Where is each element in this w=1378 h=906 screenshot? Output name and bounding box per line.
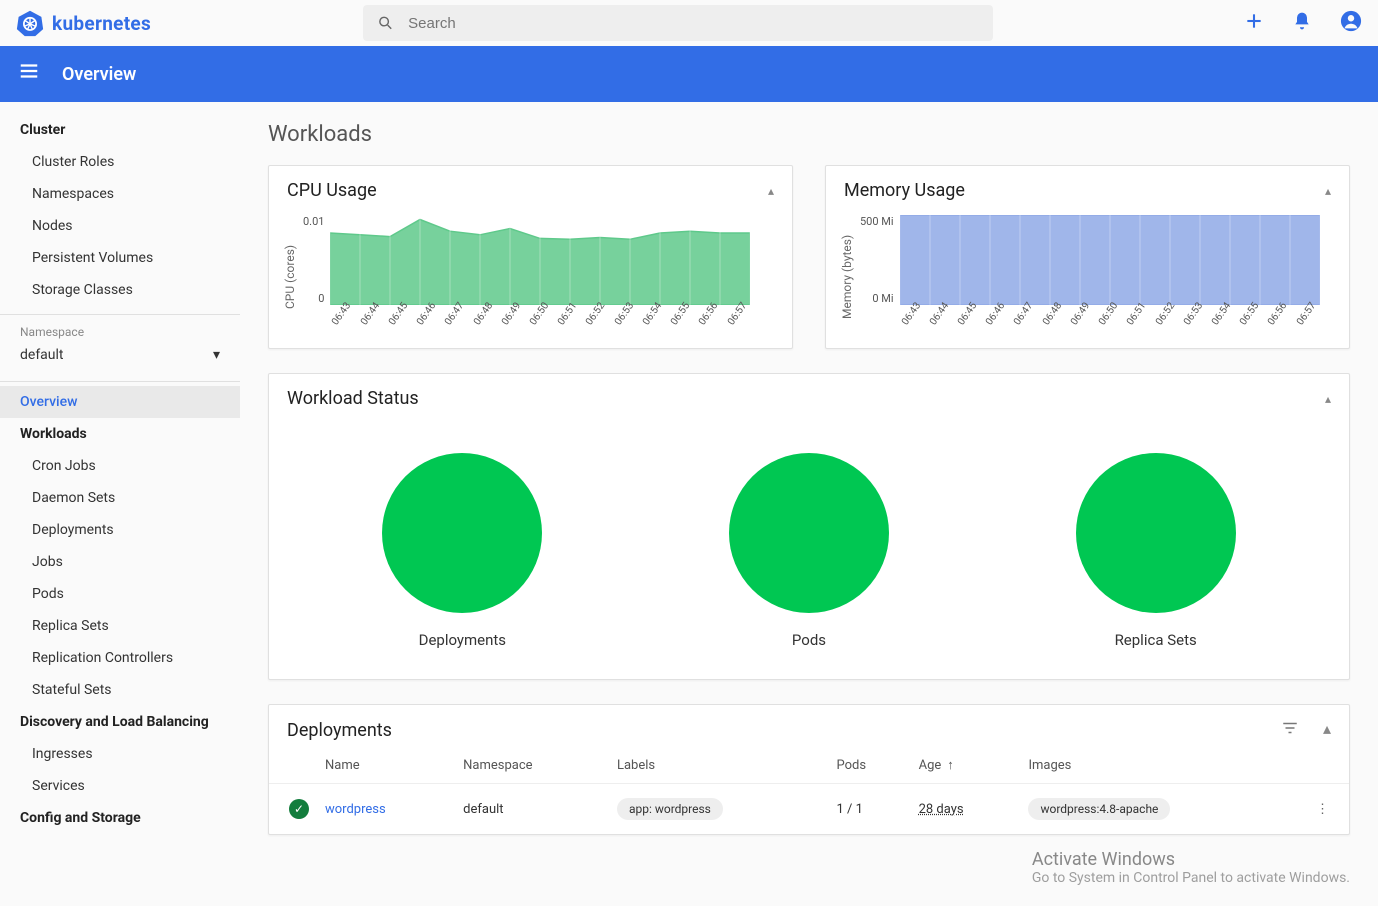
status-deployments: Deployments	[382, 453, 542, 649]
search-input[interactable]	[408, 15, 979, 32]
status-circle-icon	[729, 453, 889, 613]
namespace-label: Namespace	[0, 319, 240, 341]
namespace-selected: default	[20, 347, 64, 363]
sidebar-item-daemon-sets[interactable]: Daemon Sets	[0, 482, 240, 514]
cell-pods: 1 / 1	[829, 784, 911, 835]
status-circle-icon	[382, 453, 542, 613]
main-content: Workloads CPU Usage ▴ CPU (cores) 0.01 0	[240, 102, 1378, 906]
sidebar: Cluster Cluster Roles Namespaces Nodes P…	[0, 102, 240, 906]
top-bar: kubernetes	[0, 0, 1378, 46]
deployment-name-link[interactable]: wordpress	[325, 802, 386, 817]
cell-age: 28 days	[911, 784, 1021, 835]
brand-text: kubernetes	[52, 12, 151, 35]
col-name[interactable]: Name	[317, 747, 455, 784]
status-replica-sets: Replica Sets	[1076, 453, 1236, 649]
chevron-down-icon: ▾	[213, 347, 220, 363]
cpu-ylabel: CPU (cores)	[283, 215, 297, 338]
table-header-row: Name Namespace Labels Pods Age↑ Images	[269, 747, 1349, 784]
col-labels[interactable]: Labels	[609, 747, 829, 784]
memory-chart: Memory (bytes) 500 Mi 0 Mi 06:4306:4406:…	[826, 215, 1349, 348]
section-title: Workloads	[268, 122, 1350, 147]
col-pods[interactable]: Pods	[829, 747, 911, 784]
search-icon	[377, 14, 394, 32]
memory-xticks: 06:4306:4406:4506:4606:4706:4806:4906:50…	[900, 309, 1320, 338]
cpu-chart-svg	[330, 215, 750, 305]
cpu-card-title: CPU Usage	[287, 180, 377, 201]
cpu-usage-card: CPU Usage ▴ CPU (cores) 0.01 0 06:4306:4…	[268, 165, 793, 349]
status-card-title: Workload Status	[287, 388, 419, 409]
context-bar: Overview	[0, 46, 1378, 102]
sidebar-heading-discovery: Discovery and Load Balancing	[0, 706, 240, 738]
cpu-xticks: 06:4306:4406:4506:4606:4706:4806:4906:50…	[330, 309, 750, 338]
memory-card-title: Memory Usage	[844, 180, 965, 201]
sidebar-item-storage-classes[interactable]: Storage Classes	[0, 274, 240, 306]
status-pods: Pods	[729, 453, 889, 649]
label-chip: app: wordpress	[617, 798, 723, 820]
add-icon[interactable]	[1244, 11, 1264, 36]
top-actions	[1244, 10, 1362, 37]
sidebar-item-cluster-roles[interactable]: Cluster Roles	[0, 146, 240, 178]
sidebar-item-services[interactable]: Services	[0, 770, 240, 802]
notifications-icon[interactable]	[1292, 11, 1312, 36]
sidebar-item-jobs[interactable]: Jobs	[0, 546, 240, 578]
filter-icon[interactable]	[1281, 719, 1299, 741]
table-row[interactable]: ✓ wordpress default app: wordpress 1 / 1…	[269, 784, 1349, 835]
sidebar-heading-config: Config and Storage	[0, 802, 240, 834]
memory-ylabel: Memory (bytes)	[840, 215, 854, 338]
image-chip: wordpress:4.8-apache	[1028, 798, 1170, 820]
sidebar-item-cron-jobs[interactable]: Cron Jobs	[0, 450, 240, 482]
namespace-select[interactable]: default ▾	[0, 341, 240, 373]
sidebar-heading-workloads: Workloads	[0, 418, 240, 450]
sidebar-item-namespaces[interactable]: Namespaces	[0, 178, 240, 210]
status-circle-icon	[1076, 453, 1236, 613]
sidebar-item-overview[interactable]: Overview	[0, 386, 240, 418]
sidebar-item-replica-sets[interactable]: Replica Sets	[0, 610, 240, 642]
kubernetes-icon	[16, 9, 44, 37]
sidebar-item-ingresses[interactable]: Ingresses	[0, 738, 240, 770]
sidebar-item-deployments[interactable]: Deployments	[0, 514, 240, 546]
divider	[0, 314, 240, 315]
col-namespace[interactable]: Namespace	[455, 747, 609, 784]
col-age[interactable]: Age↑	[911, 747, 1021, 784]
collapse-icon[interactable]: ▴	[1325, 392, 1331, 406]
sidebar-item-replication-controllers[interactable]: Replication Controllers	[0, 642, 240, 674]
more-icon[interactable]: ⋮	[1316, 802, 1329, 817]
status-ok-icon: ✓	[289, 799, 309, 819]
col-images[interactable]: Images	[1020, 747, 1305, 784]
divider	[0, 381, 240, 382]
sidebar-heading-cluster: Cluster	[0, 114, 240, 146]
sidebar-item-pods[interactable]: Pods	[0, 578, 240, 610]
collapse-icon[interactable]: ▴	[1325, 184, 1331, 198]
workload-status-card: Workload Status ▴ Deployments Pods Repli…	[268, 373, 1350, 680]
cpu-yticks: 0.01 0	[303, 215, 324, 305]
deployments-card: Deployments ▴ Name Namespace Labels Pods	[268, 704, 1350, 835]
deployments-table: Name Namespace Labels Pods Age↑ Images ✓…	[269, 747, 1349, 834]
sort-asc-icon: ↑	[947, 758, 954, 773]
sidebar-item-persistent-volumes[interactable]: Persistent Volumes	[0, 242, 240, 274]
cell-namespace: default	[455, 784, 609, 835]
menu-icon[interactable]	[18, 60, 40, 88]
collapse-icon[interactable]: ▴	[1323, 719, 1331, 741]
sidebar-item-stateful-sets[interactable]: Stateful Sets	[0, 674, 240, 706]
sidebar-item-nodes[interactable]: Nodes	[0, 210, 240, 242]
page-title: Overview	[62, 64, 136, 85]
cpu-chart: CPU (cores) 0.01 0 06:4306:4406:4506:460…	[269, 215, 792, 348]
memory-yticks: 500 Mi 0 Mi	[860, 215, 894, 305]
memory-chart-svg	[900, 215, 1320, 305]
search-box[interactable]	[363, 5, 993, 41]
deployments-title: Deployments	[287, 720, 392, 741]
collapse-icon[interactable]: ▴	[768, 184, 774, 198]
brand-logo[interactable]: kubernetes	[16, 9, 151, 37]
account-icon[interactable]	[1340, 10, 1362, 37]
memory-usage-card: Memory Usage ▴ Memory (bytes) 500 Mi 0 M…	[825, 165, 1350, 349]
